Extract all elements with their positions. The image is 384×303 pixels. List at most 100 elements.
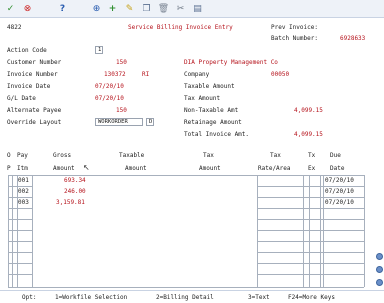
col-date-header: Date xyxy=(330,165,345,172)
col-item-header: Itm xyxy=(17,165,28,172)
grid-row-line xyxy=(257,186,364,187)
cancel-icon[interactable]: ⊗ xyxy=(22,3,33,14)
row-gross-amount[interactable]: 246.00 xyxy=(64,188,86,195)
option-text[interactable]: 3=Text xyxy=(248,294,270,301)
taxable-amount-label: Taxable Amount xyxy=(184,83,235,90)
total-invoice-label: Total Invoice Amt. xyxy=(184,131,250,138)
invoice-number-label: Invoice Number xyxy=(7,71,58,78)
customer-number: 150 xyxy=(116,59,127,66)
batch-number-label: Batch Number: xyxy=(271,35,318,42)
company-label: Company xyxy=(184,71,210,78)
action-code-label: Action Code xyxy=(7,47,47,54)
option-more-keys[interactable]: F24=More Keys xyxy=(288,294,335,301)
col-gross-header: Gross xyxy=(53,152,72,159)
grid-row-line xyxy=(257,274,364,275)
invoice-type: RI xyxy=(142,71,150,78)
action-code-field[interactable]: 1 xyxy=(95,46,103,54)
function-key-bar: Opt: 1=Workfile Selection 2=Billing Deta… xyxy=(0,290,384,303)
help-icon[interactable]: ? xyxy=(57,3,68,14)
retainage-label: Retainage Amount xyxy=(184,119,242,126)
grid-row-line xyxy=(8,263,32,264)
check-icon[interactable]: ✓ xyxy=(5,3,16,14)
row-due-date[interactable]: 07/20/10 xyxy=(325,188,354,195)
row-gross-amount[interactable]: 3,159.81 xyxy=(56,199,85,206)
grid-row-line xyxy=(257,263,364,264)
grid-row-line xyxy=(8,252,32,253)
col-pay-header: Pay xyxy=(17,152,28,159)
grid-divider xyxy=(364,175,365,287)
col-tx-header: Tx xyxy=(308,152,316,159)
add-icon[interactable]: + xyxy=(107,3,118,14)
prev-invoice-label: Prev Invoice: xyxy=(271,24,318,31)
col-option-header-2: P xyxy=(7,165,11,172)
mouse-cursor-icon: ↖ xyxy=(83,163,90,172)
row-item-number[interactable]: 003 xyxy=(18,199,29,206)
batch-number: 6928633 xyxy=(340,35,366,42)
screen-number: 4822 xyxy=(7,24,22,31)
col-option-header: O xyxy=(7,152,11,159)
col-tax-rate-header: Tax xyxy=(270,152,281,159)
edit-icon[interactable]: ✎ xyxy=(124,3,135,14)
row-gross-amount[interactable]: 693.34 xyxy=(64,177,86,184)
scroll-up-icon[interactable] xyxy=(376,253,383,260)
grid-row-line xyxy=(8,175,364,176)
paste-icon[interactable]: ▤ xyxy=(192,3,203,14)
toolbar: ✓ ⊗ ? ⊕ + ✎ ❐ 🗑 ✂ ▤ xyxy=(0,0,384,18)
col-tax-header: Tax xyxy=(203,152,214,159)
alternate-payee-label: Alternate Payee xyxy=(7,107,62,114)
opt-label: Opt: xyxy=(22,294,37,301)
non-taxable-amount: 4,099.15 xyxy=(294,107,323,114)
row-due-date[interactable]: 07/20/10 xyxy=(325,199,354,206)
grid-row-line xyxy=(257,208,364,209)
tax-amount-label: Tax Amount xyxy=(184,95,221,102)
company-number: 00050 xyxy=(271,71,290,78)
row-item-number[interactable]: 001 xyxy=(18,177,29,184)
col-tax-amount-header: Amount xyxy=(199,165,221,172)
grid-row-line xyxy=(257,241,364,242)
grid-row-line xyxy=(8,241,32,242)
trash-icon[interactable]: 🗑 xyxy=(158,3,169,14)
col-rate-area-header: Rate/Area xyxy=(258,165,291,172)
grid-row-line xyxy=(257,252,364,253)
invoice-number: 130372 xyxy=(104,71,126,78)
grid-divider xyxy=(8,175,9,287)
grid-divider xyxy=(309,175,310,287)
row-item-number[interactable]: 002 xyxy=(18,188,29,195)
invoice-date-label: Invoice Date xyxy=(7,83,51,90)
grid-divider xyxy=(320,175,321,287)
override-layout-flag-field[interactable]: D xyxy=(146,118,154,126)
grid-row-line xyxy=(8,186,32,187)
cut-icon[interactable]: ✂ xyxy=(175,3,186,14)
non-taxable-label: Non-Taxable Amt xyxy=(184,107,239,114)
grid-divider xyxy=(323,175,324,287)
grid-row-line xyxy=(8,274,32,275)
col-taxable-amount-header: Amount xyxy=(125,165,147,172)
grid-row-line xyxy=(8,230,32,231)
row-due-date[interactable]: 07/20/10 xyxy=(325,177,354,184)
grid-row-line xyxy=(8,287,364,288)
grid-divider xyxy=(32,175,33,287)
grid-row-line xyxy=(8,219,32,220)
col-taxable-header: Taxable xyxy=(119,152,145,159)
scroll-page-icon[interactable] xyxy=(376,279,383,286)
gl-date: 07/20/10 xyxy=(95,95,124,102)
col-due-header: Due xyxy=(330,152,341,159)
option-billing-detail[interactable]: 2=Billing Detail xyxy=(156,294,214,301)
gl-date-label: G/L Date xyxy=(7,95,36,102)
alternate-payee: 150 xyxy=(116,107,127,114)
override-layout-field[interactable]: WORKORDER xyxy=(95,118,143,126)
invoice-date: 07/20/10 xyxy=(95,83,124,90)
binoculars-icon[interactable]: ⊕ xyxy=(91,3,102,14)
grid-divider xyxy=(257,175,258,287)
col-gross-amount-header: Amount xyxy=(53,165,75,172)
override-layout-label: Override Layout xyxy=(7,119,62,126)
page-title: Service Billing Invoice Entry xyxy=(128,24,233,31)
grid-row-line xyxy=(257,219,364,220)
option-workfile-selection[interactable]: 1=Workfile Selection xyxy=(55,294,127,301)
copy-icon[interactable]: ❐ xyxy=(141,3,152,14)
grid-divider xyxy=(303,175,304,287)
scroll-down-icon[interactable] xyxy=(376,266,383,273)
grid-row-line xyxy=(8,197,32,198)
customer-name: DIA Property Management Co xyxy=(184,59,278,66)
grid-row-line xyxy=(257,197,364,198)
